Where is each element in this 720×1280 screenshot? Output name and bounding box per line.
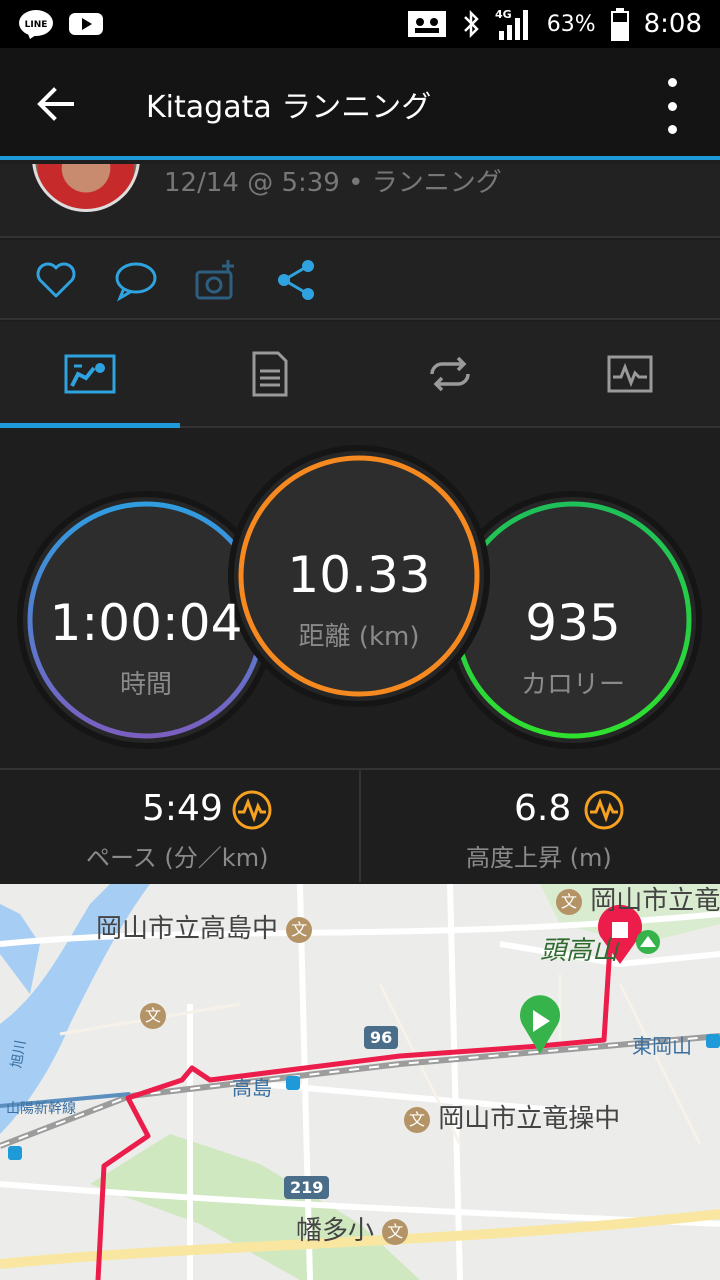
tab-overview[interactable]	[0, 322, 180, 428]
time-value: 1:00:04	[49, 594, 243, 652]
distance-label: 距離 (km)	[298, 622, 420, 652]
signal-icon: 4G	[495, 8, 528, 40]
map-label-rail: 山陽新幹線	[6, 1101, 76, 1117]
overview-icon	[64, 354, 116, 394]
map-label-school: 文 岡山市立竜	[556, 884, 720, 917]
road-badge-219: 219	[284, 1176, 330, 1199]
cast-icon	[407, 11, 446, 37]
app-bar: Kitagata ランニング	[0, 48, 720, 160]
time-label: 時間	[119, 670, 172, 700]
map-label-station: 高島	[232, 1076, 272, 1100]
school-icon: 文	[382, 1218, 409, 1245]
comment-icon[interactable]	[114, 258, 158, 302]
tab-charts[interactable]	[540, 322, 720, 426]
battery-icon	[610, 8, 629, 41]
repeat-icon	[430, 356, 470, 392]
calories-value: 935	[525, 594, 621, 652]
map-label-station: 東岡山	[632, 1034, 692, 1058]
route-map[interactable]: 岡山市立高島中 文 文 岡山市立竜 頭高山 文 96 高島 東岡山 山陽新幹線 …	[0, 884, 720, 1280]
secondary-stats: 5:49 ペース (分／km) 6.8 高度上昇 (m)	[0, 768, 720, 882]
calories-label: カロリー	[520, 670, 625, 700]
document-list-icon	[252, 351, 288, 397]
elevation-value: 6.8	[514, 788, 572, 829]
network-type-label: 4G	[495, 8, 512, 21]
status-bar: LINE 4G 63% 8:08	[0, 0, 720, 48]
more-dot-icon	[667, 101, 677, 111]
chart-monitor-icon	[607, 355, 653, 393]
road-badge-96: 96	[364, 1026, 399, 1049]
social-actions	[0, 240, 720, 320]
back-arrow-icon	[37, 87, 74, 121]
station-icon	[286, 1076, 300, 1090]
status-time: 8:08	[643, 9, 702, 39]
active-tab-indicator	[0, 423, 180, 428]
activity-subtitle: 12/14 @ 5:39 • ランニング	[164, 168, 502, 198]
map-school-icon: 文	[140, 1000, 166, 1030]
activity-header: 12/14 @ 5:39 • ランニング	[0, 164, 720, 238]
youtube-icon	[69, 13, 103, 35]
more-options-button[interactable]	[660, 78, 684, 134]
school-icon: 文	[140, 1002, 166, 1029]
like-heart-icon[interactable]	[34, 258, 78, 302]
elevation-label: 高度上昇 (m)	[466, 844, 612, 872]
map-label-school: 岡山市立高島中 文	[96, 908, 313, 945]
performance-badge-icon	[584, 790, 624, 830]
more-dot-icon	[667, 125, 677, 134]
activity-tabs	[0, 322, 720, 428]
avatar[interactable]	[32, 164, 140, 212]
add-photo-icon[interactable]	[194, 258, 238, 302]
tab-stats[interactable]	[180, 322, 360, 426]
school-icon: 文	[404, 1106, 430, 1133]
activity-screen: LINE 4G 63% 8:08 Kitagata ランニング 12/14 @ …	[0, 0, 720, 1280]
school-icon: 文	[556, 888, 582, 915]
pace-stat: 5:49 ペース (分／km)	[0, 770, 360, 882]
bluetooth-icon	[463, 9, 479, 39]
map-label-school: 幡多小 文	[296, 1210, 409, 1247]
distance-value: 10.33	[287, 546, 431, 604]
pace-label: ペース (分／km)	[86, 844, 269, 872]
page-title: Kitagata ランニング	[146, 90, 432, 125]
svg-text:LINE: LINE	[25, 20, 48, 30]
pace-value: 5:49	[142, 788, 223, 829]
map-label-school: 文 岡山市立竜操中	[404, 1098, 620, 1135]
elevation-stat: 6.8 高度上昇 (m)	[360, 770, 720, 882]
summary-rings: 1:00:04 時間 10.33 距離 (km) 935 カロリー	[0, 430, 720, 768]
school-icon: 文	[286, 916, 313, 943]
map-label-park: 頭高山	[540, 936, 619, 966]
battery-percent: 63%	[546, 11, 596, 37]
line-app-icon: LINE	[19, 10, 53, 39]
more-dot-icon	[667, 78, 677, 87]
tab-laps[interactable]	[360, 322, 540, 426]
performance-badge-icon	[232, 790, 272, 830]
back-button[interactable]	[28, 78, 84, 130]
share-icon[interactable]	[274, 258, 318, 302]
